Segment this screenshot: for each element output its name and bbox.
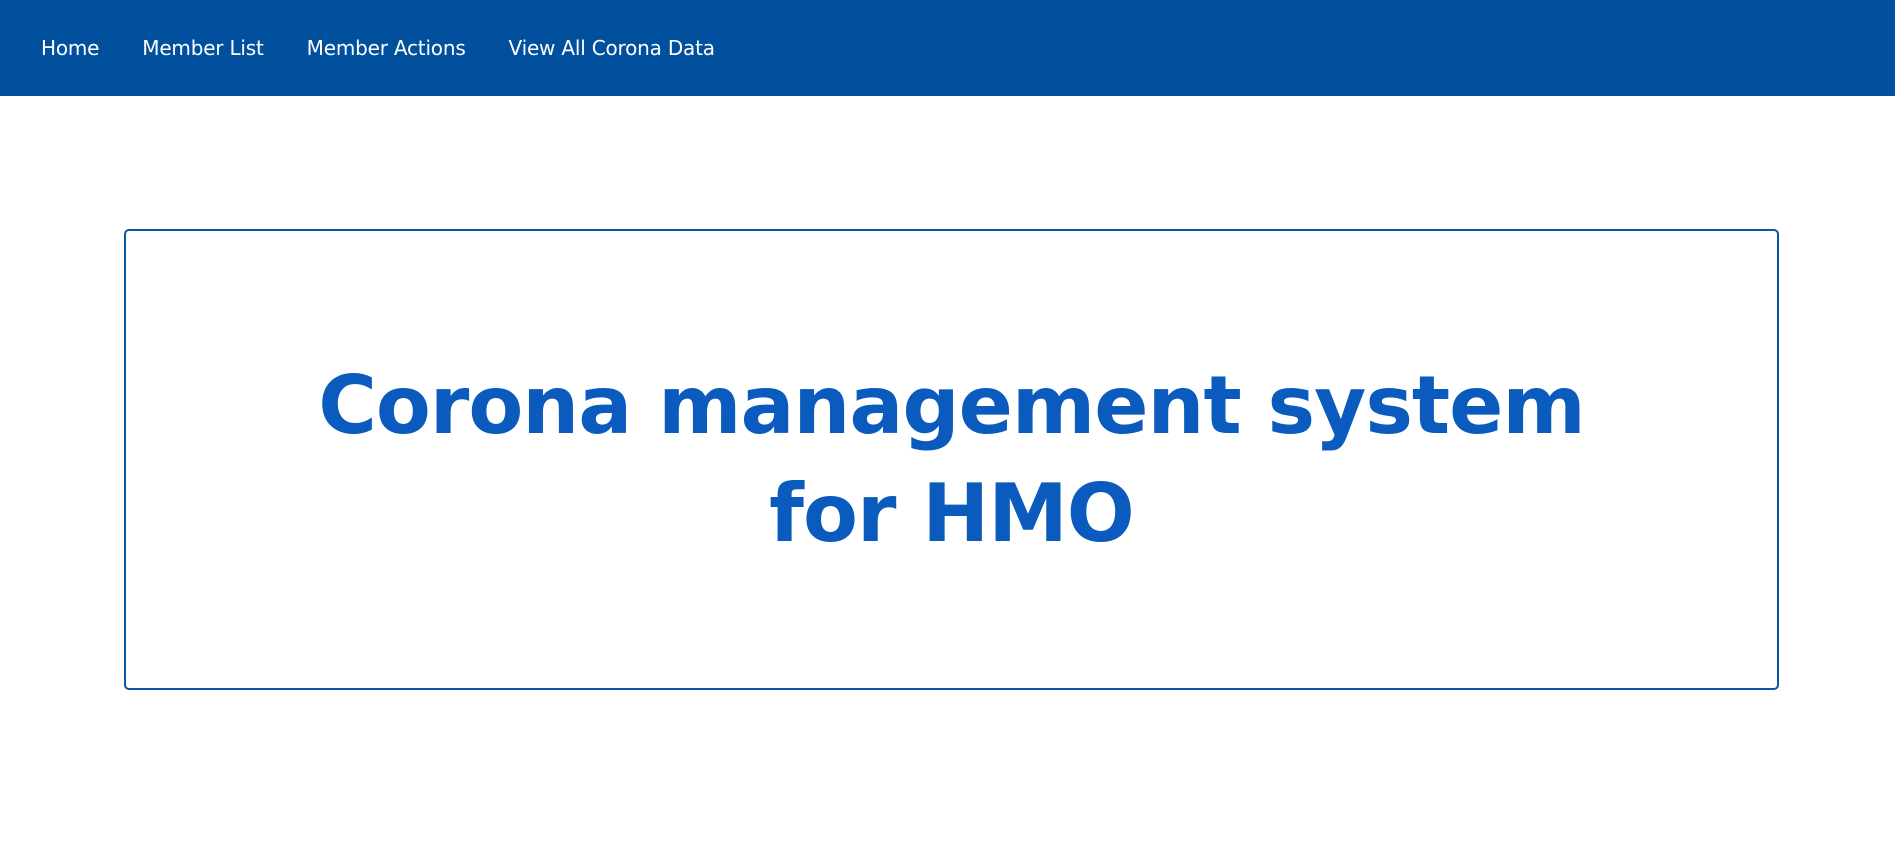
nav-link-member-actions[interactable]: Member Actions <box>307 36 466 60</box>
nav-link-member-list[interactable]: Member List <box>142 36 264 60</box>
nav-link-view-all-corona-data[interactable]: View All Corona Data <box>509 36 715 60</box>
top-navbar: Home Member List Member Actions View All… <box>0 0 1895 96</box>
page-title: Corona management system for HMO <box>318 358 1586 560</box>
hero-card: Corona management system for HMO <box>124 229 1779 690</box>
nav-link-home[interactable]: Home <box>41 36 99 60</box>
